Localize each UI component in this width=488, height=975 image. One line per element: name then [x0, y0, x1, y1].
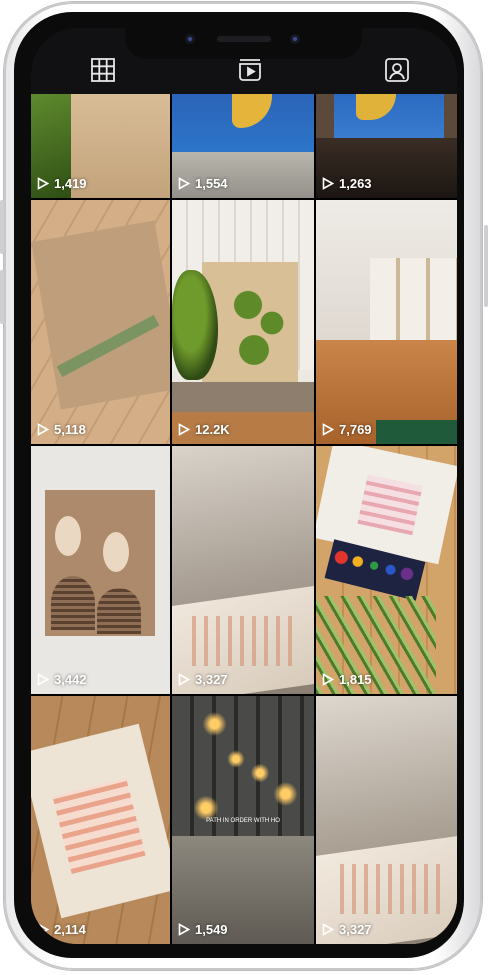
play-icon [322, 673, 334, 686]
play-icon [322, 177, 334, 190]
view-count: 3,442 [37, 672, 87, 687]
view-count-text: 1,263 [339, 176, 372, 191]
view-count-text: 1,554 [195, 176, 228, 191]
body-right [97, 588, 141, 634]
play-icon [37, 673, 49, 686]
side-button-left-2 [0, 270, 4, 324]
play-icon [37, 177, 49, 190]
view-count-text: 1,549 [195, 922, 228, 937]
caption-overlay: PATH IN ORDER WITH HO [206, 818, 280, 824]
body-left [51, 576, 95, 630]
painted-vine [230, 278, 290, 368]
tab-tagged[interactable] [381, 54, 413, 86]
screen: 1,419 1,554 1,263 5,118 12.2K 7,769 3,44… [31, 28, 457, 944]
view-count-text: 5,118 [54, 422, 86, 437]
view-count-text: 3,327 [195, 672, 228, 687]
green-rug [376, 420, 457, 444]
play-icon [178, 923, 190, 936]
reel-tile[interactable]: 1,815 [316, 446, 457, 694]
reel-tile[interactable]: 1,419 [31, 94, 170, 198]
reel-tile[interactable]: 5,118 [31, 200, 170, 444]
side-button-right [484, 225, 488, 307]
play-icon [178, 673, 190, 686]
view-count-text: 3,327 [339, 922, 372, 937]
view-count: 1,419 [37, 176, 87, 191]
front-camera [185, 34, 195, 44]
sketch-lines [340, 864, 440, 914]
rug [172, 382, 314, 412]
sketch-lines [192, 616, 292, 666]
floor [172, 152, 314, 198]
play-icon [37, 923, 49, 936]
notch [125, 28, 362, 59]
view-count-text: 7,769 [339, 422, 372, 437]
reel-tile[interactable]: 7,769 [316, 200, 457, 444]
reel-tile[interactable]: 3,442 [31, 446, 170, 694]
view-count: 2,114 [37, 922, 86, 937]
play-icon [322, 423, 334, 436]
reel-tile[interactable]: PATH IN ORDER WITH HO 1,549 [172, 696, 314, 944]
side-button-left [0, 200, 4, 254]
view-count-text: 1,419 [54, 176, 87, 191]
view-count: 1,263 [322, 176, 372, 191]
candle-lights [172, 696, 314, 836]
view-count: 1,549 [178, 922, 228, 937]
reel-tile[interactable]: 12.2K [172, 200, 314, 444]
view-count-text: 1,815 [339, 672, 372, 687]
reels-icon [239, 59, 261, 81]
reel-tile[interactable]: 1,554 [172, 94, 314, 198]
face-left [55, 516, 81, 556]
view-count: 5,118 [37, 422, 86, 437]
view-count: 3,327 [322, 922, 372, 937]
speaker [217, 36, 271, 42]
face-right [103, 532, 129, 572]
view-count-text: 2,114 [54, 922, 86, 937]
view-count-text: 12.2K [195, 422, 230, 437]
view-count: 1,815 [322, 672, 372, 687]
play-icon [37, 423, 49, 436]
grid-icon [91, 58, 115, 82]
tagged-icon [385, 58, 409, 82]
view-count-text: 3,442 [54, 672, 87, 687]
reel-tile[interactable]: 2,114 [31, 696, 170, 944]
reel-tile[interactable]: 3,327 [316, 696, 457, 944]
play-icon [178, 423, 190, 436]
front-sensor [290, 34, 300, 44]
tab-grid[interactable] [87, 54, 119, 86]
play-icon [178, 177, 190, 190]
view-count: 7,769 [322, 422, 372, 437]
reel-tile[interactable]: 1,263 [316, 94, 457, 198]
view-count: 12.2K [178, 422, 230, 437]
view-count: 3,327 [178, 672, 228, 687]
play-icon [322, 923, 334, 936]
view-count: 1,554 [178, 176, 228, 191]
reel-tile[interactable]: 3,327 [172, 446, 314, 694]
